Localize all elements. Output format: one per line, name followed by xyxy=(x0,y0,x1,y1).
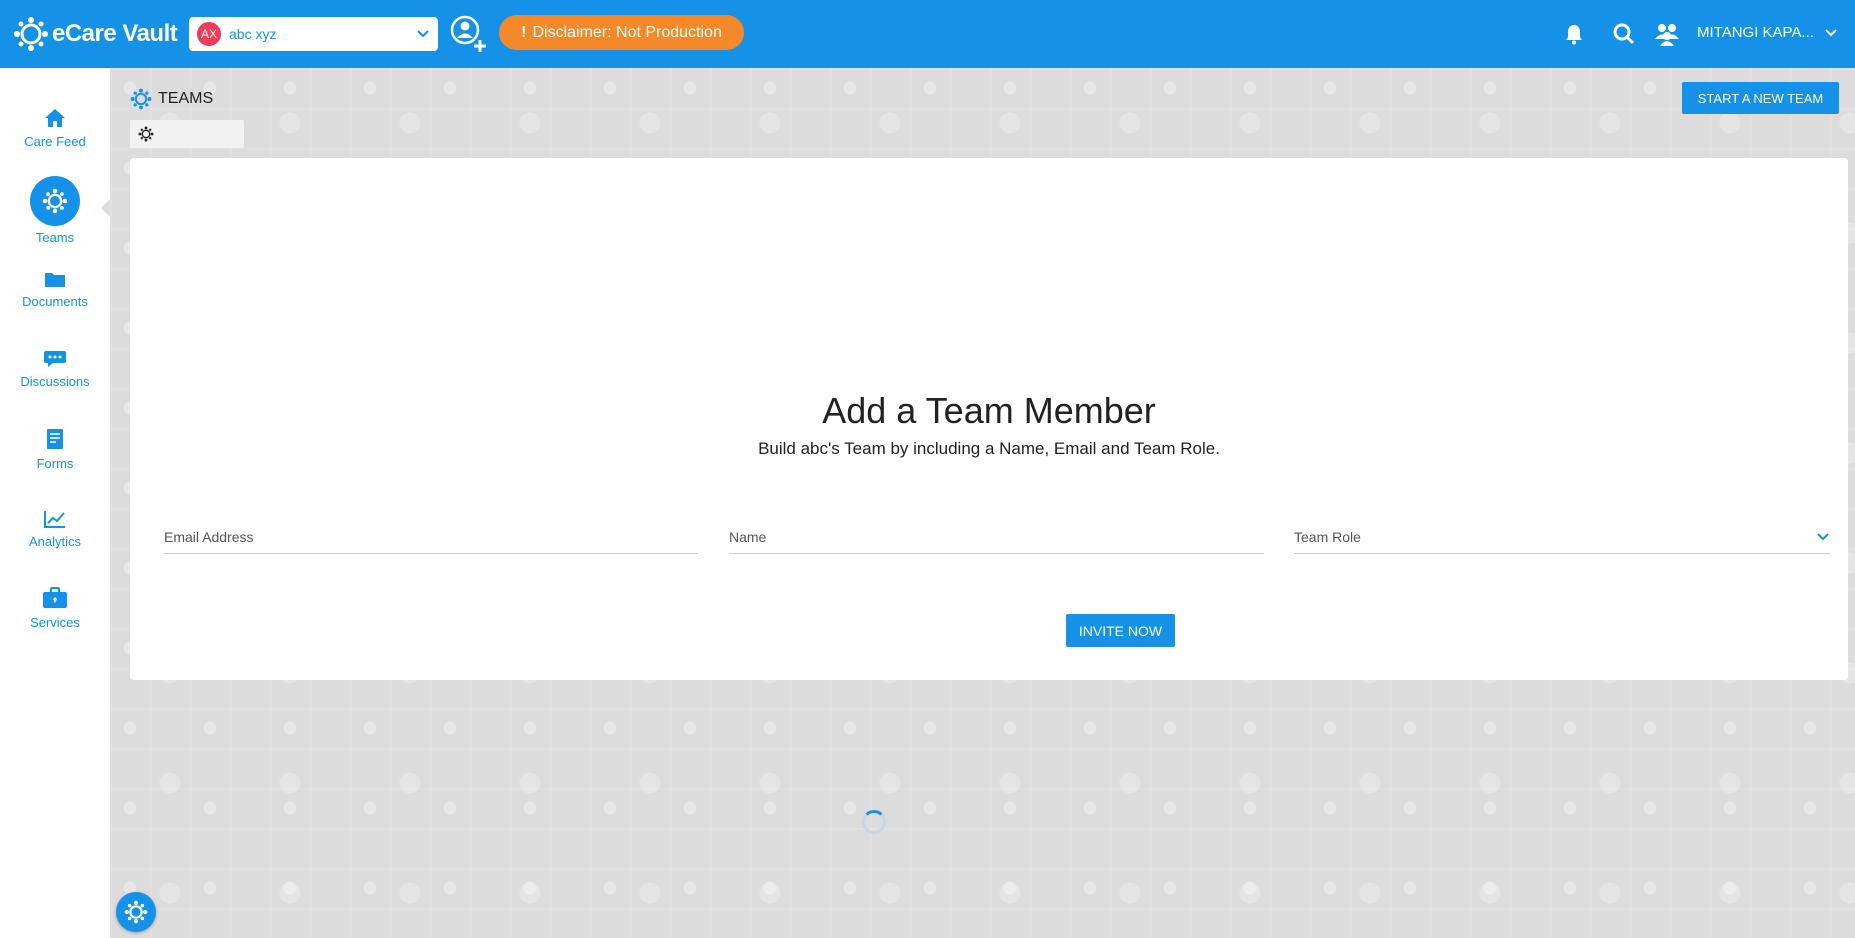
disclaimer-text: Disclaimer: Not Production xyxy=(532,23,722,41)
name-field xyxy=(729,520,1264,554)
ecare-logo-icon xyxy=(124,900,148,924)
sidebar-item-label: Discussions xyxy=(20,374,90,389)
email-field xyxy=(164,520,698,554)
warning-icon: ! xyxy=(521,23,527,41)
sidebar-item-label: Care Feed xyxy=(24,134,86,149)
card-subtitle: Build abc's Team by including a Name, Em… xyxy=(758,439,1220,458)
patient-avatar: AX xyxy=(197,22,221,46)
section-header: TEAMS xyxy=(130,88,213,110)
main-content: TEAMS START A NEW TEAM Add a Team Member… xyxy=(110,68,1855,938)
home-icon xyxy=(45,109,65,127)
ecare-logo-icon xyxy=(14,17,48,51)
start-new-team-button[interactable]: START A NEW TEAM xyxy=(1682,82,1839,114)
sidebar: Care Feed Teams Documents Discussions Fo… xyxy=(0,68,110,938)
chevron-down-icon xyxy=(1817,532,1829,540)
team-logo-icon xyxy=(138,126,154,142)
search-icon xyxy=(1613,23,1635,45)
email-input[interactable] xyxy=(164,528,698,545)
sidebar-item-analytics[interactable]: Analytics xyxy=(0,510,110,549)
add-team-member-card: Add a Team Member Build abc's Team by in… xyxy=(130,158,1848,680)
teams-icon xyxy=(42,188,68,214)
chat-icon xyxy=(44,351,66,367)
sidebar-item-discussions[interactable]: Discussions xyxy=(0,350,110,389)
sidebar-item-label: Forms xyxy=(36,456,74,471)
sidebar-item-teams[interactable]: Teams xyxy=(0,176,110,245)
help-fab-button[interactable] xyxy=(116,892,156,932)
care-team-button[interactable] xyxy=(1654,22,1679,46)
invite-now-button[interactable]: INVITE NOW xyxy=(1066,614,1175,647)
brand-name: eCare Vault xyxy=(52,20,178,47)
user-name: MITANGI KAPA... xyxy=(1697,24,1814,41)
add-user-icon xyxy=(450,15,486,52)
card-title: Add a Team Member xyxy=(822,390,1156,431)
team-role-select[interactable]: Team Role xyxy=(1294,520,1830,554)
sidebar-item-label: Teams xyxy=(35,230,75,245)
sidebar-item-services[interactable]: Services xyxy=(0,587,110,630)
brand-logo[interactable]: eCare Vault xyxy=(14,17,184,51)
group-icon xyxy=(1655,24,1679,46)
folder-icon xyxy=(45,273,65,287)
chevron-down-icon xyxy=(417,30,429,38)
patient-name: abc xyz xyxy=(229,26,277,42)
bell-icon xyxy=(1566,25,1582,45)
teams-icon xyxy=(130,88,152,110)
page-title: TEAMS xyxy=(158,90,214,107)
sidebar-item-documents[interactable]: Documents xyxy=(0,270,110,309)
sidebar-item-label: Analytics xyxy=(28,534,82,549)
team-tab[interactable] xyxy=(130,120,244,148)
notifications-button[interactable] xyxy=(1562,22,1586,46)
top-navigation-bar: eCare Vault AX abc xyz ! Disclaimer: Not… xyxy=(0,0,1855,68)
name-input[interactable] xyxy=(729,528,1264,545)
chevron-down-icon xyxy=(1825,28,1837,36)
team-role-label: Team Role xyxy=(1294,528,1361,545)
chart-icon xyxy=(44,511,65,528)
sidebar-item-forms[interactable]: Forms xyxy=(0,428,110,471)
active-indicator xyxy=(30,176,80,226)
patient-selector[interactable]: AX abc xyz xyxy=(189,17,438,51)
search-button[interactable] xyxy=(1612,22,1636,46)
sidebar-item-label: Documents xyxy=(22,294,88,309)
loading-spinner-icon xyxy=(862,810,886,834)
disclaimer-badge: ! Disclaimer: Not Production xyxy=(499,15,744,50)
sidebar-item-label: Services xyxy=(30,615,80,630)
sidebar-item-care-feed[interactable]: Care Feed xyxy=(0,108,110,149)
form-icon xyxy=(47,429,63,449)
user-menu[interactable]: MITANGI KAPA... xyxy=(1697,24,1838,41)
briefcase-icon xyxy=(43,587,67,608)
add-user-button[interactable] xyxy=(449,14,489,54)
